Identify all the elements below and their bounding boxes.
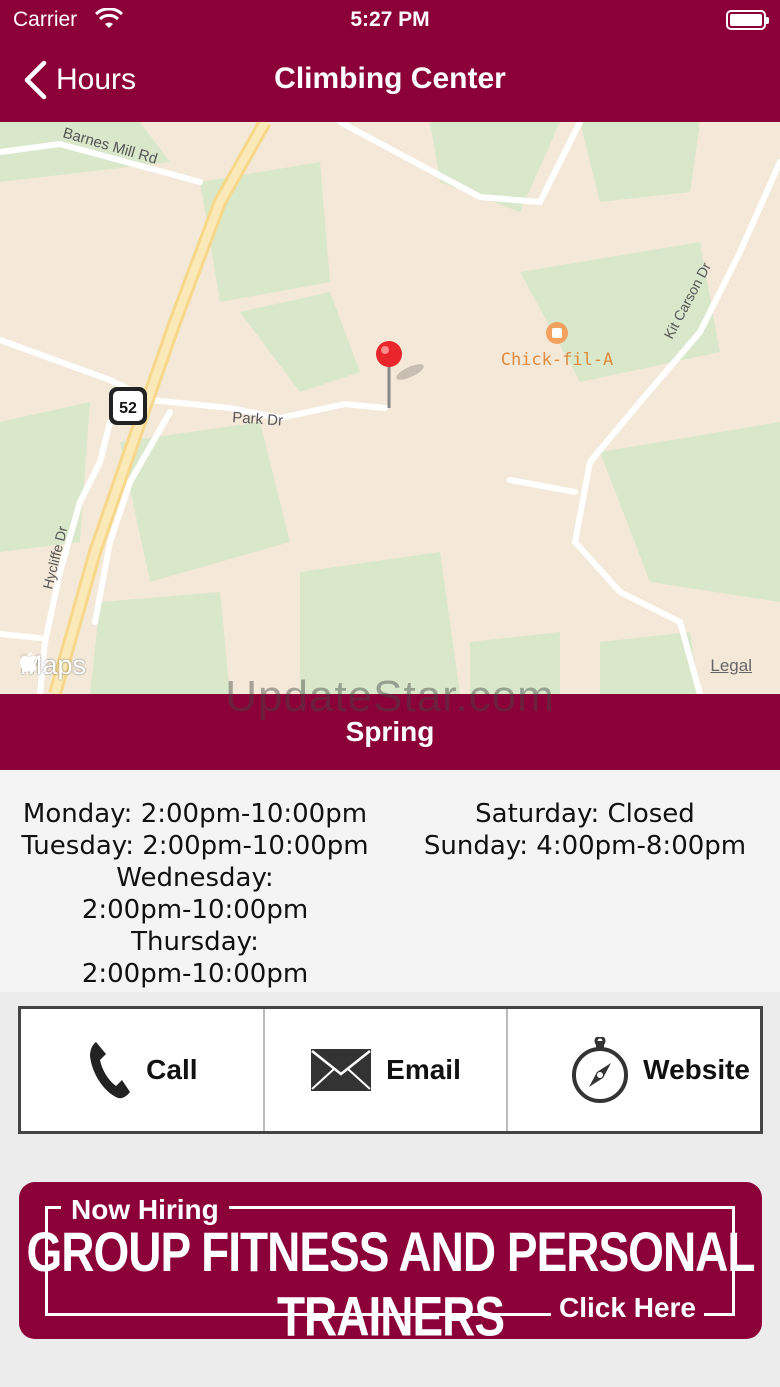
hiring-banner[interactable]: Now Hiring GROUP FITNESS AND PERSONAL TR… <box>19 1182 762 1348</box>
hours-panel: Monday: 2:00pm-10:00pm Tuesday: 2:00pm-1… <box>0 770 780 992</box>
route-label: 52 <box>119 400 137 417</box>
apple-icon <box>20 652 37 672</box>
hours-line: Saturday: Closed <box>475 799 695 829</box>
nav-header: Carrier 5:27 PM Hours Climbing Center <box>0 0 780 122</box>
website-button[interactable]: Website <box>506 1009 760 1131</box>
hours-line: Sunday: 4:00pm-8:00pm <box>423 831 747 861</box>
email-button[interactable]: Email <box>262 1009 507 1131</box>
compass-icon <box>572 1037 629 1103</box>
banner-main-text: GROUP FITNESS AND PERSONAL TRAINERS <box>26 1220 756 1348</box>
email-label: Email <box>386 1054 461 1085</box>
watermark: UpdateStar.com <box>225 672 555 721</box>
road-label-park: Park Dr <box>232 409 284 430</box>
hours-column-right: Saturday: Closed Sunday: 4:00pm-8:00pm <box>390 798 780 862</box>
call-button[interactable]: Call <box>21 1009 263 1131</box>
status-time: 5:27 PM <box>350 8 430 31</box>
hours-line: 2:00pm-10:00pm <box>81 895 309 925</box>
poi-label-chickfila[interactable]: Chick-fil-A <box>501 350 614 370</box>
hours-column-left: Monday: 2:00pm-10:00pm Tuesday: 2:00pm-1… <box>0 798 390 990</box>
status-bar: Carrier 5:27 PM <box>0 0 780 40</box>
map-view[interactable]: 52 Barnes Mill Rd Park Dr Kit Carson Dr … <box>0 122 780 694</box>
hours-line: 2:00pm-10:00pm <box>81 959 309 989</box>
hours-line: Thursday: <box>131 927 259 957</box>
hours-line: Wednesday: <box>116 863 274 893</box>
banner-cta-text: Click Here <box>551 1292 704 1324</box>
website-label: Website <box>643 1054 751 1085</box>
contact-bar: Call Email Website <box>18 1006 763 1134</box>
page-title: Climbing Center <box>274 62 506 95</box>
call-label: Call <box>146 1054 198 1085</box>
location-pin-icon[interactable] <box>376 341 402 367</box>
phone-icon <box>90 1042 131 1099</box>
map-canvas: 52 Barnes Mill Rd Park Dr Kit Carson Dr … <box>0 122 780 694</box>
hours-line: Tuesday: 2:00pm-10:00pm <box>21 831 369 861</box>
envelope-icon <box>311 1049 372 1091</box>
battery-icon <box>726 10 769 30</box>
hours-line: Monday: 2:00pm-10:00pm <box>22 799 368 829</box>
